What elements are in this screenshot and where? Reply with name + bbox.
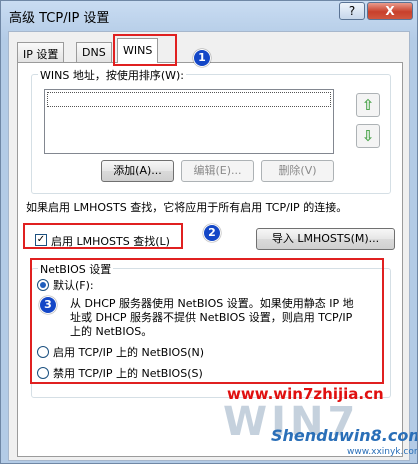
annotation-marker-1: 1 [193,49,211,67]
close-button[interactable]: X [367,2,413,20]
advanced-tcpip-dialog: 高级 TCP/IP 设置 ? X IP 设置 DNS WINS WINS 地址，… [0,0,418,464]
wins-address-list[interactable] [44,89,334,154]
move-up-button[interactable]: ⇧ [356,93,380,117]
arrow-down-icon: ⇩ [361,127,375,145]
add-button[interactable]: 添加(A)... [101,160,174,182]
list-focus-row [47,92,331,107]
tab-dns[interactable]: DNS [76,42,112,62]
annotation-marker-3: 3 [39,296,57,314]
annotation-box-lmhosts [23,223,183,249]
window-title: 高级 TCP/IP 设置 [9,11,110,26]
annotation-box-netbios [30,258,384,384]
tab-ip-settings[interactable]: IP 设置 [17,42,65,62]
help-button[interactable]: ? [339,2,365,20]
annotation-marker-2: 2 [203,224,221,242]
move-down-button[interactable]: ⇩ [356,124,380,148]
lmhosts-note: 如果启用 LMHOSTS 查找，它将应用于所有启用 TCP/IP 的连接。 [26,201,348,214]
delete-button[interactable]: 删除(V) [261,160,334,182]
tab-wins[interactable]: WINS [117,38,159,63]
watermark-site: Shenduwin8.com [271,426,418,445]
edit-button[interactable]: 编辑(E)... [181,160,254,182]
title-bar: 高级 TCP/IP 设置 ? X [1,1,417,27]
wins-address-label: WINS 地址，按使用排序(W): [38,67,186,83]
import-lmhosts-button[interactable]: 导入 LMHOSTS(M)... [256,228,395,250]
arrow-up-icon: ⇧ [361,96,375,114]
watermark-subsite: www.xxinyk.com [347,447,418,457]
